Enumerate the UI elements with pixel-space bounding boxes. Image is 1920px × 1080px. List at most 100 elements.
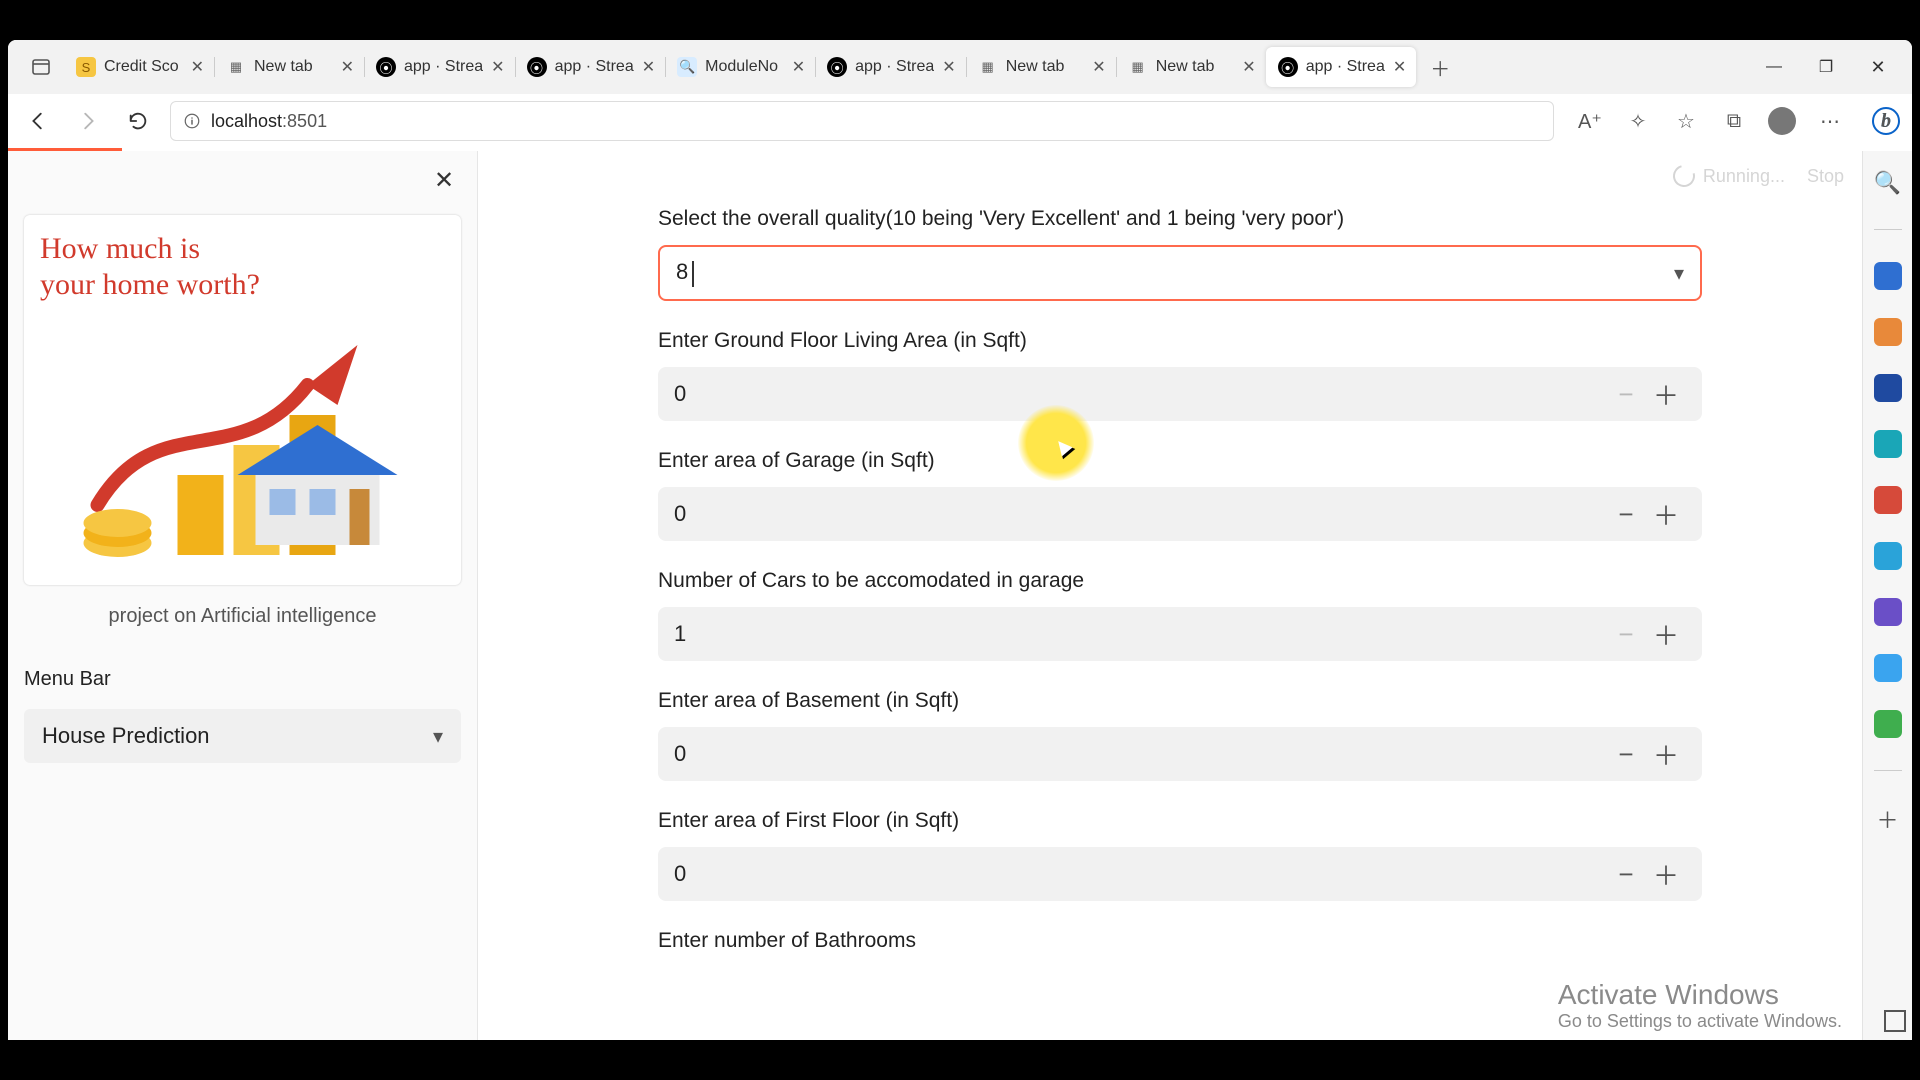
decrement-button[interactable]: − (1606, 499, 1646, 530)
tab[interactable]: ⦿ app · Strea ✕ (515, 47, 666, 87)
tab[interactable]: ▦ New tab ✕ (1116, 47, 1266, 87)
newtab-icon: ▦ (226, 57, 246, 77)
tab[interactable]: ⦿ app · Strea ✕ (364, 47, 515, 87)
sidebar-app-icon[interactable] (1874, 262, 1902, 290)
close-icon[interactable]: ✕ (341, 57, 354, 77)
field-garage-area: Enter area of Garage (in Sqft) 0 − ＋ (658, 449, 1702, 541)
search-icon[interactable]: 🔍 (1874, 169, 1902, 197)
menu-bar-label: Menu Bar (24, 668, 461, 691)
streamlit-main: Running... Stop Select the overall quali… (478, 151, 1912, 1040)
increment-button[interactable]: ＋ (1646, 856, 1686, 893)
ground-floor-input[interactable]: 0 − ＋ (658, 367, 1702, 421)
tab-active[interactable]: ⦿ app · Strea ✕ (1266, 47, 1417, 87)
field-basement: Enter area of Basement (in Sqft) 0 − ＋ (658, 689, 1702, 781)
input-value: 0 (674, 381, 1606, 407)
tab[interactable]: ▦ New tab ✕ (966, 47, 1116, 87)
decrement-button[interactable]: − (1606, 379, 1646, 410)
sidebar-app-icon[interactable] (1874, 654, 1902, 682)
tab-title: New tab (1156, 58, 1235, 76)
basement-input[interactable]: 0 − ＋ (658, 727, 1702, 781)
translate-icon[interactable]: ✧ (1624, 107, 1652, 135)
maximize-icon[interactable]: ❐ (1804, 47, 1848, 87)
read-aloud-icon[interactable]: A⁺ (1576, 107, 1604, 135)
quality-select[interactable]: 8 (658, 245, 1702, 301)
input-value: 0 (674, 501, 1606, 527)
field-label: Select the overall quality(10 being 'Ver… (658, 207, 1702, 231)
toolbar-icons: A⁺ ✧ ☆ ⧉ ⋯ b (1576, 107, 1900, 135)
increment-button[interactable]: ＋ (1646, 376, 1686, 413)
tab-strip: S Credit Sco ✕ ▦ New tab ✕ ⦿ app · Strea… (8, 40, 1912, 94)
running-status: Running... (1673, 165, 1785, 187)
tab[interactable]: S Credit Sco ✕ (64, 47, 214, 87)
back-button[interactable] (20, 103, 56, 139)
tab-actions-icon[interactable] (22, 48, 60, 86)
close-window-icon[interactable]: ✕ (1856, 47, 1900, 87)
close-sidebar-button[interactable]: ✕ (429, 165, 459, 195)
sidebar-app-icon[interactable] (1874, 542, 1902, 570)
bing-button[interactable]: b (1872, 107, 1900, 135)
running-label: Running... (1703, 166, 1785, 187)
garage-area-input[interactable]: 0 − ＋ (658, 487, 1702, 541)
new-tab-button[interactable]: ＋ (1422, 49, 1458, 85)
cars-input[interactable]: 1 − ＋ (658, 607, 1702, 661)
newtab-icon: ▦ (1128, 57, 1148, 77)
increment-button[interactable]: ＋ (1646, 616, 1686, 653)
close-icon[interactable]: ✕ (942, 57, 955, 77)
sidebar-app-icon[interactable] (1874, 598, 1902, 626)
field-overall-quality: Select the overall quality(10 being 'Ver… (658, 207, 1702, 301)
increment-button[interactable]: ＋ (1646, 736, 1686, 773)
close-icon[interactable]: ✕ (491, 57, 504, 77)
site-info-icon[interactable] (183, 112, 201, 130)
tab-title: New tab (254, 58, 333, 76)
tab-title: Credit Sco (104, 58, 183, 76)
sidebar-app-icon[interactable] (1874, 710, 1902, 738)
promo-headline: How much is your home worth? (40, 231, 445, 303)
more-icon[interactable]: ⋯ (1816, 107, 1844, 135)
tab[interactable]: ⦿ app · Strea ✕ (815, 47, 966, 87)
decrement-button[interactable]: − (1606, 619, 1646, 650)
profile-avatar[interactable] (1768, 107, 1796, 135)
close-icon[interactable]: ✕ (1393, 57, 1406, 77)
tab[interactable]: 🔍 ModuleNo ✕ (665, 47, 815, 87)
sidebar-settings-icon[interactable] (1884, 1010, 1906, 1032)
tab-title: app · Strea (555, 58, 634, 76)
menu-select[interactable]: House Prediction (24, 709, 461, 763)
minimize-icon[interactable]: ― (1752, 47, 1796, 87)
close-icon[interactable]: ✕ (642, 57, 655, 77)
sidebar-app-icon[interactable] (1874, 486, 1902, 514)
tab[interactable]: ▦ New tab ✕ (214, 47, 364, 87)
add-sidebar-app-button[interactable]: ＋ (1876, 803, 1898, 835)
browser-chrome: S Credit Sco ✕ ▦ New tab ✕ ⦿ app · Strea… (8, 40, 1912, 148)
top-right-controls: Running... Stop (1673, 165, 1894, 187)
tab-title: app · Strea (1306, 58, 1385, 76)
close-icon[interactable]: ✕ (1092, 57, 1105, 77)
field-label: Enter Ground Floor Living Area (in Sqft) (658, 329, 1702, 353)
increment-button[interactable]: ＋ (1646, 496, 1686, 533)
first-floor-input[interactable]: 0 − ＋ (658, 847, 1702, 901)
windows-activation-watermark: Activate Windows Go to Settings to activ… (1558, 979, 1842, 1032)
sidebar-app-icon[interactable] (1874, 374, 1902, 402)
sidebar-app-icon[interactable] (1874, 318, 1902, 346)
decrement-button[interactable]: − (1606, 739, 1646, 770)
close-icon[interactable]: ✕ (191, 57, 204, 77)
form: Select the overall quality(10 being 'Ver… (658, 207, 1702, 953)
decrement-button[interactable]: − (1606, 859, 1646, 890)
window-controls: ― ❐ ✕ (1752, 47, 1906, 87)
favicon: 🔍 (677, 57, 697, 77)
spinner-icon (1669, 161, 1699, 191)
divider (1874, 770, 1902, 771)
close-icon[interactable]: ✕ (1242, 57, 1255, 77)
favorites-icon[interactable]: ☆ (1672, 107, 1700, 135)
close-icon[interactable]: ✕ (792, 57, 805, 77)
stop-button[interactable]: Stop (1807, 166, 1844, 187)
url-text: localhost:8501 (211, 111, 327, 132)
forward-button[interactable] (70, 103, 106, 139)
url-field[interactable]: localhost:8501 (170, 101, 1554, 141)
favicon: ⦿ (1278, 57, 1298, 77)
field-first-floor: Enter area of First Floor (in Sqft) 0 − … (658, 809, 1702, 901)
quality-value: 8 (676, 259, 688, 284)
sidebar-app-icon[interactable] (1874, 430, 1902, 458)
refresh-button[interactable] (120, 103, 156, 139)
collections-icon[interactable]: ⧉ (1720, 107, 1748, 135)
tab-title: New tab (1006, 58, 1085, 76)
